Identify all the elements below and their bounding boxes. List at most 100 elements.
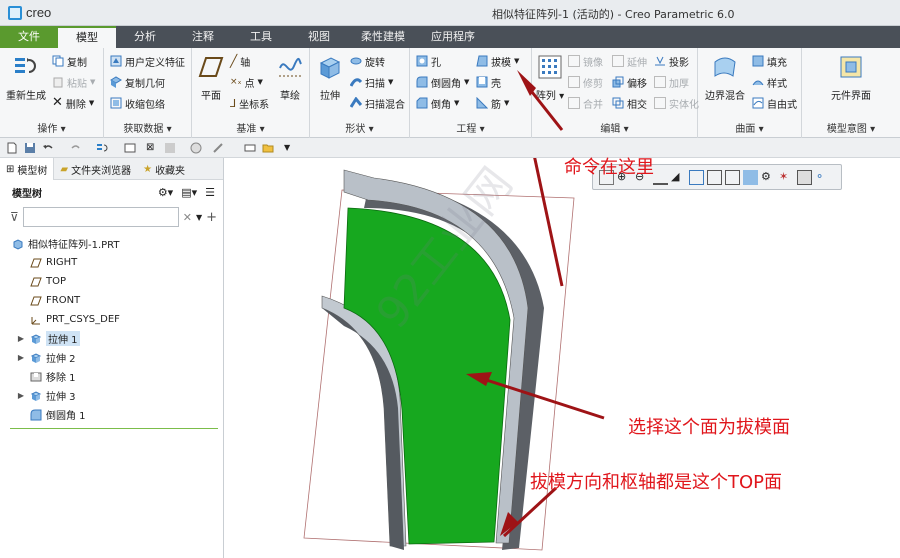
filter-icon[interactable]: ⊽ <box>10 210 19 224</box>
model-viewport <box>303 158 605 551</box>
tab-favorites[interactable]: ★ 收藏夹 <box>137 158 191 180</box>
paste-button[interactable]: 粘贴 ▼ <box>52 73 95 91</box>
mirror-button[interactable]: 镜像 <box>568 52 603 70</box>
folder-icon: ▰ <box>60 163 69 175</box>
settings-icon[interactable]: ⚙▾ <box>158 186 173 199</box>
solidify-button[interactable]: 实体化 <box>654 94 699 112</box>
boundary-blend-button[interactable]: 边界混合 <box>702 48 748 102</box>
copy-button[interactable]: 复制 <box>52 52 87 70</box>
intersect-button[interactable]: 相交 <box>612 94 647 112</box>
new-file-icon[interactable] <box>6 142 18 154</box>
clear-search-icon[interactable]: ✕ <box>183 211 192 224</box>
tab-tools[interactable]: 工具 <box>232 26 290 48</box>
tree-item[interactable]: PRT_CSYS_DEF <box>0 310 223 329</box>
window-icon[interactable] <box>124 142 136 154</box>
group-editing-label[interactable]: 编辑 ▾ <box>532 120 697 135</box>
tab-model[interactable]: 模型 <box>58 26 116 48</box>
undo-icon[interactable] <box>42 142 54 154</box>
freestyle-button[interactable]: 自由式 <box>752 94 797 112</box>
copy-geometry-button[interactable]: 复制几何 <box>110 73 165 91</box>
chamfer-icon <box>416 97 428 109</box>
tree-item[interactable]: ▶ 拉伸 1 <box>0 329 223 348</box>
tree-filter-settings-icon[interactable]: ☰ <box>205 186 215 199</box>
sweep-button[interactable]: 扫描 ▼ <box>350 73 393 91</box>
group-operations-label[interactable]: 操作 ▾ <box>0 120 103 135</box>
project-button[interactable]: 投影 <box>654 52 689 70</box>
tab-view[interactable]: 视图 <box>290 26 348 48</box>
tab-annotate[interactable]: 注释 <box>174 26 232 48</box>
tree-item[interactable]: 移除 1 <box>0 367 223 386</box>
trim-button[interactable]: 修剪 <box>568 73 603 91</box>
open-folder-icon[interactable] <box>262 142 274 154</box>
customize-toolbar-icon[interactable]: ▼ <box>284 142 296 154</box>
hole-button[interactable]: 孔 <box>416 52 441 70</box>
extrude-button[interactable]: 拉伸 <box>312 48 348 102</box>
add-filter-icon[interactable]: + <box>206 210 217 225</box>
save-icon[interactable] <box>24 142 36 154</box>
tab-model-tree[interactable]: ⊞ 模型树 <box>0 158 55 180</box>
graphics-window[interactable]: ⊕ ⊖ ◢ ⚙ ✶ ⚬ <box>224 158 900 558</box>
point-button[interactable]: ×ₓ 点 ▼ <box>230 73 263 91</box>
revolve-button[interactable]: 旋转 <box>350 52 385 70</box>
expand-arrow-icon[interactable]: ▶ <box>16 391 26 400</box>
tree-item[interactable]: RIGHT <box>0 253 223 272</box>
group-engineering-label[interactable]: 工程 ▾ <box>410 120 531 135</box>
search-dropdown-icon[interactable]: ▼ <box>196 213 202 222</box>
tab-analysis[interactable]: 分析 <box>116 26 174 48</box>
tab-flexible-modeling[interactable]: 柔性建模 <box>348 26 418 48</box>
extend-button[interactable]: 延伸 <box>612 52 647 70</box>
expand-arrow-icon[interactable]: ▶ <box>16 353 26 362</box>
csys-icon <box>30 314 42 326</box>
tree-item[interactable]: ▶ 拉伸 3 <box>0 386 223 405</box>
sweep-label: 扫描 <box>365 78 385 90</box>
group-surfaces-label[interactable]: 曲面 ▾ <box>698 120 801 135</box>
csys-button[interactable]: ⅃ 坐标系 <box>230 94 269 112</box>
fill-button[interactable]: 填充 <box>752 52 787 70</box>
show-icon[interactable]: ▤▾ <box>181 186 197 199</box>
display-icon[interactable] <box>164 142 176 154</box>
offset-label: 偏移 <box>627 78 647 90</box>
offset-button[interactable]: 偏移 <box>612 73 647 91</box>
redo-icon[interactable] <box>70 142 82 154</box>
close-window-icon[interactable]: ⊠ <box>146 142 158 154</box>
paint-icon[interactable] <box>212 142 224 154</box>
udf-button[interactable]: 用户定义特征 <box>110 52 185 70</box>
tree-item[interactable]: FRONT <box>0 291 223 310</box>
tree-item[interactable]: 相似特征阵列-1.PRT <box>0 234 223 253</box>
tab-folder-browser[interactable]: ▰ 文件夹浏览器 <box>54 158 137 180</box>
group-model-intent-label[interactable]: 模型意图 ▾ <box>802 120 900 135</box>
sketch-button[interactable]: 草绘 <box>274 48 306 102</box>
regenerate-small-icon[interactable] <box>96 142 108 154</box>
group-datum-label[interactable]: 基准 ▾ <box>192 120 309 135</box>
draft-button[interactable]: 拔模 ▼ <box>476 52 519 70</box>
tree-item[interactable]: ▶ 拉伸 2 <box>0 348 223 367</box>
appearance-icon[interactable] <box>190 142 202 154</box>
axis-button[interactable]: ╱ 轴 <box>230 52 250 70</box>
round-button[interactable]: 倒圆角 ▼ <box>416 73 469 91</box>
tree-item[interactable]: TOP <box>0 272 223 291</box>
thicken-button[interactable]: 加厚 <box>654 73 689 91</box>
paste-label: 粘贴 <box>67 78 87 90</box>
regenerate-button[interactable]: 重新生成 <box>4 48 48 102</box>
expand-arrow-icon[interactable]: ▶ <box>16 334 26 343</box>
component-interface-button[interactable]: 元件界面 <box>808 48 894 102</box>
chamfer-button[interactable]: 倒角 ▼ <box>416 94 459 112</box>
pattern-button[interactable]: 阵列 ▾ <box>534 48 566 102</box>
merge-button[interactable]: 合并 <box>568 94 603 112</box>
tab-applications[interactable]: 应用程序 <box>418 26 488 48</box>
style-button[interactable]: 样式 <box>752 73 787 91</box>
tree-search-input[interactable] <box>22 207 179 227</box>
delete-button[interactable]: ✕ 删除 ▼ <box>52 94 94 112</box>
plane-button[interactable]: 平面 <box>194 48 228 102</box>
shell-button[interactable]: 壳 <box>476 73 501 91</box>
swept-blend-button[interactable]: 扫描混合 <box>350 94 405 112</box>
group-shapes-label[interactable]: 形状 ▾ <box>310 120 409 135</box>
group-get-data-label[interactable]: 获取数据 ▾ <box>104 120 191 135</box>
paste-icon <box>53 77 63 88</box>
shrinkwrap-button[interactable]: 收缩包络 <box>110 94 165 112</box>
rename-icon[interactable] <box>244 142 256 154</box>
rib-button[interactable]: 筋 ▼ <box>476 94 509 112</box>
tab-file[interactable]: 文件 <box>0 26 58 48</box>
tree-item[interactable]: 倒圆角 1 <box>0 405 223 424</box>
tree-item-label: 拉伸 3 <box>46 392 76 403</box>
